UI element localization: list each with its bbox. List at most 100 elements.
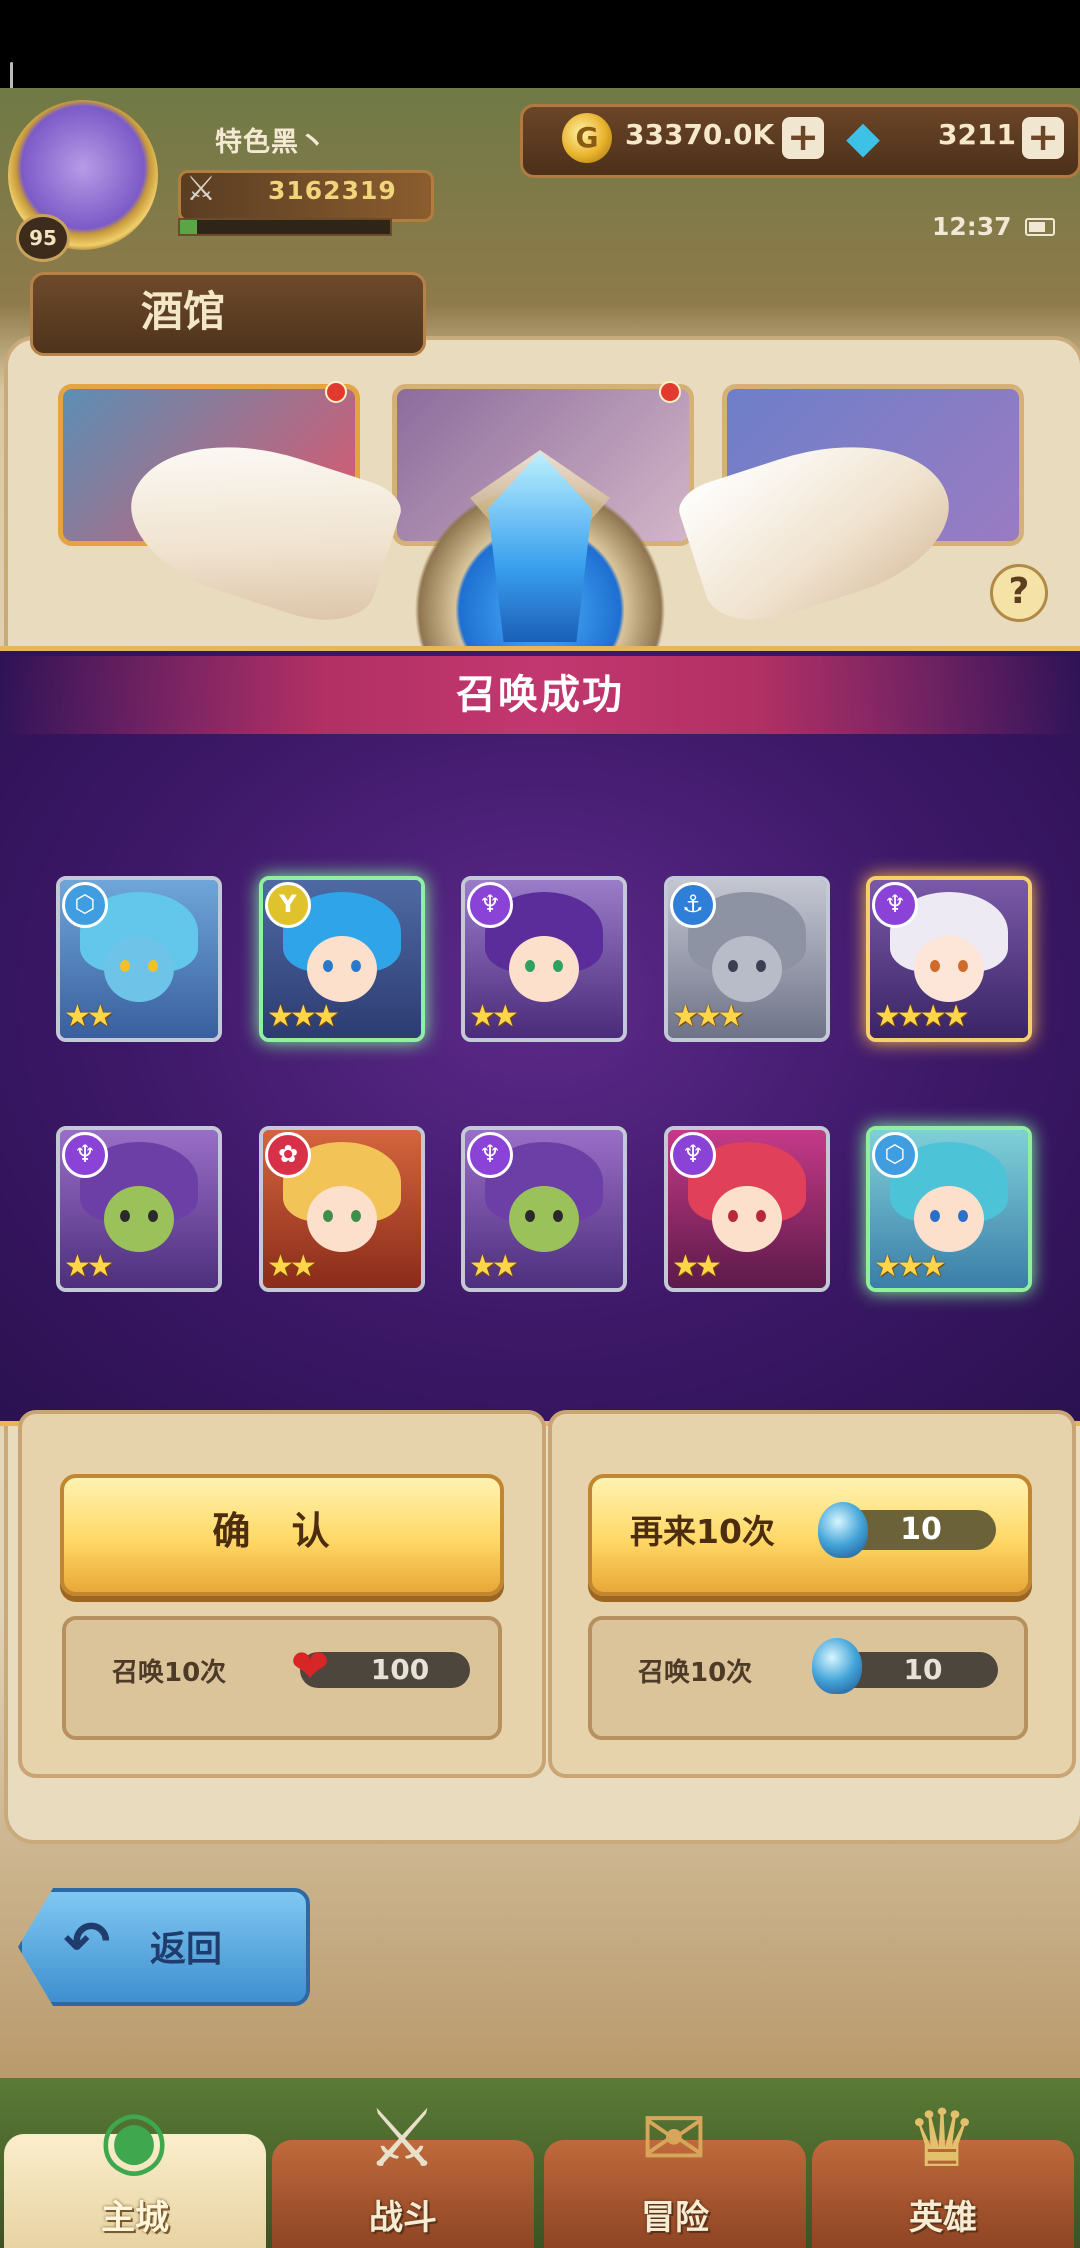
hero-eye xyxy=(930,960,940,972)
back-arrow-icon: ↶ xyxy=(63,1910,111,1975)
star-rating: ★★ xyxy=(672,1249,722,1284)
water-faction-icon: ⬡ xyxy=(62,882,108,928)
hero-eye xyxy=(756,1210,766,1222)
hero-eye xyxy=(525,960,535,972)
star-rating: ★★★ xyxy=(672,999,745,1034)
fire-faction-icon: ✿ xyxy=(265,1132,311,1178)
scroll-map-icon: ✉ xyxy=(640,2092,708,2185)
hero-card[interactable]: ♆ ★★ xyxy=(664,1126,830,1292)
hero-face xyxy=(914,1186,984,1252)
star-rating: ★★★ xyxy=(874,1249,947,1284)
hero-card[interactable]: ⚓ ★★★ xyxy=(664,876,830,1042)
star-rating: ★★★ xyxy=(267,999,340,1034)
diamond-amount: 3211 xyxy=(938,118,1016,151)
hero-card[interactable]: ♆ ★★ xyxy=(56,1126,222,1292)
hero-card[interactable]: Y ★★★ xyxy=(259,876,425,1042)
tavern-title-plate: 酒馆 xyxy=(30,272,426,356)
diamond-icon: ◆ xyxy=(846,112,880,163)
hero-eye xyxy=(958,960,968,972)
star-rating: ★★ xyxy=(469,1249,519,1284)
hero-crest-icon: ♛ xyxy=(906,2092,978,2185)
hero-eye xyxy=(148,1210,158,1222)
help-button[interactable]: ? xyxy=(990,564,1048,622)
gold-coin-icon: G xyxy=(562,113,612,163)
status-bar xyxy=(0,0,1080,150)
modal-title: 召唤成功 xyxy=(456,672,624,718)
hero-eye xyxy=(148,960,158,972)
star-rating: ★★ xyxy=(267,1249,317,1284)
hero-face xyxy=(712,1186,782,1252)
hero-eye xyxy=(120,960,130,972)
dark-faction-icon: ♆ xyxy=(872,882,918,928)
castle-icon: ◉ xyxy=(99,2092,169,2185)
nav-label-hero: 英雄 xyxy=(909,2198,977,2238)
summon-egg-icon xyxy=(818,1502,868,1558)
dark-faction-icon: ♆ xyxy=(670,1132,716,1178)
hero-eye xyxy=(323,960,333,972)
hero-face xyxy=(509,936,579,1002)
xp-bar-fill xyxy=(180,220,197,234)
add-gold-button[interactable]: + xyxy=(782,117,824,159)
hero-eye xyxy=(728,1210,738,1222)
nav-label-main-city: 主城 xyxy=(101,2198,169,2238)
notification-dot xyxy=(659,381,681,403)
hero-card[interactable]: ♆ ★★★★ xyxy=(866,876,1032,1042)
add-diamond-button[interactable]: + xyxy=(1022,117,1064,159)
xp-bar xyxy=(178,218,392,236)
heart-icon: ❤ xyxy=(290,1639,330,1693)
back-button-label: 返回 xyxy=(150,1929,223,1970)
dark-faction-icon: ♆ xyxy=(467,882,513,928)
hero-eye xyxy=(958,1210,968,1222)
hero-face xyxy=(104,936,174,1002)
hero-face xyxy=(509,1186,579,1252)
dark-faction-icon: ♆ xyxy=(467,1132,513,1178)
water-faction-icon: ⬡ xyxy=(872,1132,918,1178)
hero-card[interactable]: ♆ ★★ xyxy=(461,876,627,1042)
power-value: 3162319 xyxy=(268,176,397,205)
hero-face xyxy=(712,936,782,1002)
notification-dot xyxy=(325,381,347,403)
nav-label-adventure: 冒险 xyxy=(641,2198,709,2238)
clock: 12:37 xyxy=(932,212,1012,241)
hero-card[interactable]: ⬡ ★★★ xyxy=(866,1126,1032,1292)
crossed-swords-icon: ⚔ xyxy=(185,169,217,209)
nav-label-battle: 战斗 xyxy=(369,2198,437,2238)
hero-face xyxy=(307,1186,377,1252)
hero-eye xyxy=(351,1210,361,1222)
summon-egg-icon xyxy=(812,1638,862,1694)
hero-eye xyxy=(120,1210,130,1222)
summon-ten-left-label: 召唤10次 xyxy=(112,1658,227,1688)
hero-eye xyxy=(553,960,563,972)
hero-eye xyxy=(553,1210,563,1222)
summon-again-label: 再来10次 xyxy=(630,1512,775,1551)
hero-face xyxy=(307,936,377,1002)
hero-eye xyxy=(930,1210,940,1222)
star-rating: ★★ xyxy=(469,999,519,1034)
page-title: 酒馆 xyxy=(140,287,225,336)
dark-faction-icon: ♆ xyxy=(62,1132,108,1178)
hero-card[interactable]: ⬡ ★★ xyxy=(56,876,222,1042)
light-faction-icon: Y xyxy=(265,882,311,928)
anchor-faction-icon: ⚓ xyxy=(670,882,716,928)
player-level-badge: 95 xyxy=(16,214,70,262)
star-rating: ★★★★ xyxy=(874,999,970,1034)
heart-cost: 100 xyxy=(370,1653,430,1686)
hero-eye xyxy=(525,1210,535,1222)
hero-eye xyxy=(756,960,766,972)
star-rating: ★★ xyxy=(64,999,114,1034)
hero-face xyxy=(914,936,984,1002)
hero-eye xyxy=(323,1210,333,1222)
confirm-button-label: 确 认 xyxy=(212,1509,344,1553)
hero-eye xyxy=(351,960,361,972)
gold-amount: 33370.0K xyxy=(625,118,775,151)
player-name: 特色黑丶 xyxy=(215,127,327,158)
crossed-swords-icon: ⚔ xyxy=(366,2092,438,2185)
star-rating: ★★ xyxy=(64,1249,114,1284)
egg-cost: 10 xyxy=(903,1653,943,1686)
battery-icon xyxy=(1025,218,1055,236)
summon-ten-right-label: 召唤10次 xyxy=(638,1658,753,1688)
hero-card[interactable]: ✿ ★★ xyxy=(259,1126,425,1292)
hero-eye xyxy=(728,960,738,972)
hero-face xyxy=(104,1186,174,1252)
hero-card[interactable]: ♆ ★★ xyxy=(461,1126,627,1292)
